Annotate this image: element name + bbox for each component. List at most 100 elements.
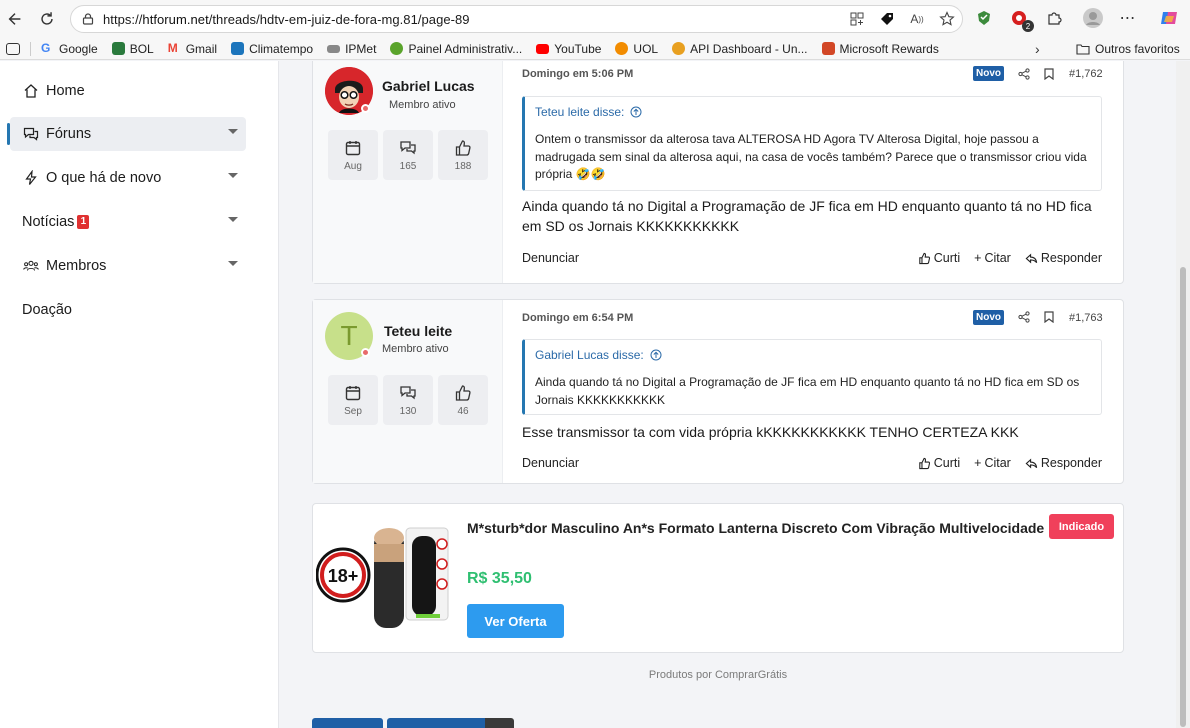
page-content: Home Fóruns O que há de novo Notícias 1 … [0,61,1176,728]
pagination-button[interactable] [312,718,383,728]
bookmark-climatempo[interactable]: Climatempo [231,42,313,56]
report-link[interactable]: Denunciar [522,251,579,265]
reply-button[interactable]: Responder [1025,456,1102,470]
product-ad[interactable]: 18+ M*sturb*dor Masculino An*s Formato L… [312,503,1124,653]
bookmark-youtube[interactable]: YouTube [536,42,601,56]
thumbs-up-icon [918,252,930,264]
bookmark-label: API Dashboard - Un... [690,41,808,56]
site-info-icon[interactable] [81,12,95,26]
bolt-icon [22,169,40,187]
bookmark-icon[interactable] [1042,310,1056,324]
coupon-tag-icon[interactable] [878,10,896,28]
post-username[interactable]: Gabriel Lucas [382,78,475,94]
chevron-down-icon[interactable] [228,261,238,266]
post-user-title: Membro ativo [389,99,456,111]
api-icon [672,42,686,55]
chevron-down-icon[interactable] [228,173,238,178]
quote-button[interactable]: + Citar [974,251,1011,265]
pagination-button[interactable] [485,718,514,728]
copilot-icon[interactable] [1157,6,1181,30]
stat-messages: 165 [383,130,433,180]
stat-joined-value: Aug [344,160,362,172]
bol-icon [111,42,125,55]
plus-icon: + [974,456,982,470]
sidebar-item-label: Doação [22,302,72,318]
other-favorites-label: Outros favoritos [1095,41,1180,56]
extension-shield-icon[interactable] [972,6,996,30]
ad-provider-text[interactable]: Produtos por ComprarGrátis [312,669,1124,681]
sidebar-item-whats-new[interactable]: O que há de novo [10,161,246,195]
quote-header[interactable]: Teteu leite disse: [535,105,642,119]
chevron-down-icon[interactable] [228,217,238,222]
url-prefix: https:// [103,11,143,27]
stat-joined: Aug [328,130,378,180]
back-icon[interactable] [2,6,28,32]
like-button[interactable]: Curti [918,456,960,470]
post-user-title: Membro ativo [382,343,449,355]
address-bar[interactable]: https://htforum.net/threads/hdtv-em-juiz… [70,5,963,33]
bookmarks-bar: G Google BOL M Gmail Climatempo IPMet Pain… [0,38,1190,60]
tab-actions-icon[interactable] [6,42,20,55]
profile-avatar-icon[interactable] [1081,6,1105,30]
share-icon[interactable] [1017,67,1031,81]
post-date[interactable]: Domingo em 5:06 PM [522,68,633,80]
extensions-puzzle-icon[interactable] [1042,6,1066,30]
offline-status-dot [361,348,370,357]
bookmark-painel[interactable]: Painel Administrativ... [390,42,522,56]
view-offer-button[interactable]: Ver Oferta [467,604,564,638]
bookmark-google[interactable]: G Google [41,42,98,56]
sidebar-item-members[interactable]: Membros [10,249,246,283]
like-button[interactable]: Curti [918,251,960,265]
refresh-icon[interactable] [34,6,60,32]
reply-button[interactable]: Responder [1025,251,1102,265]
bookmark-rewards[interactable]: Microsoft Rewards [821,42,939,56]
post-date[interactable]: Domingo em 6:54 PM [522,312,633,324]
painel-icon [390,42,404,55]
bookmark-label: IPMet [345,41,377,56]
sidebar-item-forums[interactable]: Fóruns [10,117,246,151]
quote-header[interactable]: Gabriel Lucas disse: [535,348,662,362]
bookmark-icon[interactable] [1042,67,1056,81]
chevron-right-icon[interactable]: › [1035,41,1040,57]
bookmark-uol[interactable]: UOL [615,42,658,56]
other-favorites[interactable]: Outros favoritos [1076,42,1180,56]
arrow-up-circle-icon [630,106,642,118]
product-image[interactable]: 18+ [316,522,456,634]
favorite-star-icon[interactable] [938,10,956,28]
more-menu-icon[interactable]: ⋯ [1116,6,1140,30]
post-number[interactable]: #1,762 [1069,68,1103,80]
apps-icon[interactable] [848,10,866,28]
extension-red-icon[interactable]: 2 [1007,6,1034,32]
url-host: htforum.net [142,11,209,27]
quote-author: Teteu leite disse: [535,105,625,119]
sidebar-item-home[interactable]: Home [10,74,246,108]
post-user-block: Gabriel Lucas Membro ativo Aug 165 188 [313,61,503,283]
url-text[interactable]: https://htforum.net/threads/hdtv-em-juiz… [103,12,470,27]
sidebar-item-donation[interactable]: Doação [10,293,246,327]
bookmark-label: YouTube [554,41,602,56]
quote-block: Teteu leite disse: Ontem o transmissor d… [522,96,1102,191]
bookmark-gmail[interactable]: M Gmail [168,42,217,56]
report-link[interactable]: Denunciar [522,456,579,470]
bookmark-bol[interactable]: BOL [111,42,154,56]
bookmark-api-dashboard[interactable]: API Dashboard - Un... [672,41,808,56]
sidebar-item-news[interactable]: Notícias 1 [10,205,246,239]
page-scrollbar[interactable] [1176,61,1190,728]
bookmark-ipmet[interactable]: IPMet [327,42,376,56]
ad-product-title[interactable]: M*sturb*dor Masculino An*s Formato Lante… [467,520,1107,536]
folder-icon [1076,43,1090,55]
share-icon[interactable] [1017,310,1031,324]
bookmark-label: Climatempo [249,41,314,56]
messages-icon [400,385,416,399]
reply-label: Responder [1040,456,1102,470]
post-number[interactable]: #1,763 [1069,312,1103,324]
pagination-button[interactable] [387,718,485,728]
arrow-up-circle-icon [650,349,662,361]
post-username[interactable]: Teteu leite [384,323,452,339]
read-aloud-icon[interactable]: A)) [908,10,926,28]
members-icon [22,257,40,275]
scrollbar-thumb[interactable] [1180,267,1186,727]
quote-button[interactable]: + Citar [974,456,1011,470]
climatempo-icon [231,42,245,55]
chevron-down-icon[interactable] [228,129,238,134]
